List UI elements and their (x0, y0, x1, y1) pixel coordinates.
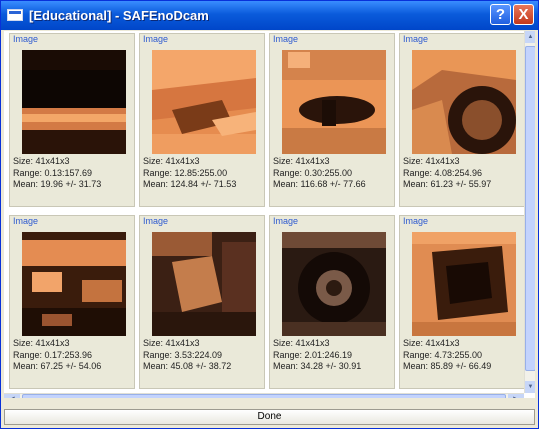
image-label: Image (403, 34, 429, 44)
window: [Educational] - SAFEnoDcam ? X Image Siz… (0, 0, 539, 429)
mean-text: Mean: 85.89 +/- 66.49 (403, 361, 492, 371)
help-button[interactable]: ? (490, 4, 511, 25)
close-button[interactable]: X (513, 4, 534, 25)
thumbnail-cell[interactable]: Image Size: 41x41x3 Range: 0.13:157.69 M… (9, 33, 135, 207)
image-label: Image (143, 34, 169, 44)
scroll-right-icon[interactable]: ▶ (508, 394, 524, 398)
range-text: Range: 0.17:253.96 (13, 349, 93, 360)
size-text: Size: 41x41x3 (13, 156, 70, 166)
thumbnail-cell[interactable]: Image Size: 41x41x3 Range: 4.08:254.96 M… (399, 33, 525, 207)
image-info: Size: 41x41x3 Range: 2.01:246.19 Mean: 3… (273, 338, 361, 373)
range-text: Range: 0.30:255.00 (273, 167, 353, 178)
thumbnail-cell[interactable]: Image Size: 41x41x3 Range: 0.17:253.96 M… (9, 215, 135, 389)
range-text: Range: 4.73:255.00 (403, 349, 483, 360)
image-label: Image (273, 216, 299, 226)
window-icon (7, 9, 23, 21)
size-text: Size: 41x41x3 (273, 156, 330, 166)
vertical-scroll-thumb[interactable] (525, 46, 535, 371)
image-label: Image (403, 216, 429, 226)
range-text: Range: 12.85:255.00 (143, 167, 228, 178)
horizontal-scrollbar[interactable]: ◀ ▶ (4, 393, 524, 398)
image-info: Size: 41x41x3 Range: 0.17:253.96 Mean: 6… (13, 338, 101, 373)
image-thumbnail[interactable] (152, 232, 256, 336)
thumbnail-cell[interactable]: Image Size: 41x41x3 Range: 4.73:255.00 M… (399, 215, 525, 389)
thumbnail-panel: Image Size: 41x41x3 Range: 0.13:157.69 M… (4, 31, 535, 398)
mean-text: Mean: 19.96 +/- 31.73 (13, 179, 102, 189)
size-text: Size: 41x41x3 (143, 156, 200, 166)
image-info: Size: 41x41x3 Range: 0.30:255.00 Mean: 1… (273, 156, 366, 191)
mean-text: Mean: 45.08 +/- 38.72 (143, 361, 232, 371)
title-bar[interactable]: [Educational] - SAFEnoDcam ? X (1, 1, 538, 30)
range-text: Range: 4.08:254.96 (403, 167, 483, 178)
size-text: Size: 41x41x3 (273, 338, 330, 348)
thumbnail-grid: Image Size: 41x41x3 Range: 0.13:157.69 M… (4, 31, 525, 393)
image-thumbnail[interactable] (22, 232, 126, 336)
range-text: Range: 2.01:246.19 (273, 349, 353, 360)
image-thumbnail[interactable] (22, 50, 126, 154)
image-info: Size: 41x41x3 Range: 4.73:255.00 Mean: 8… (403, 338, 491, 373)
done-button[interactable]: Done (4, 409, 535, 425)
image-thumbnail[interactable] (282, 232, 386, 336)
horizontal-scroll-thumb[interactable] (22, 394, 506, 398)
image-thumbnail[interactable] (412, 50, 516, 154)
image-info: Size: 41x41x3 Range: 12.85:255.00 Mean: … (143, 156, 236, 191)
image-label: Image (143, 216, 169, 226)
size-text: Size: 41x41x3 (403, 338, 460, 348)
image-thumbnail[interactable] (412, 232, 516, 336)
scroll-up-icon[interactable]: ▲ (525, 31, 535, 43)
image-info: Size: 41x41x3 Range: 3.53:224.09 Mean: 4… (143, 338, 231, 373)
image-thumbnail[interactable] (282, 50, 386, 154)
range-text: Range: 0.13:157.69 (13, 167, 93, 178)
range-text: Range: 3.53:224.09 (143, 349, 223, 360)
mean-text: Mean: 61.23 +/- 55.97 (403, 179, 492, 189)
thumbnail-cell[interactable]: Image Size: 41x41x3 Range: 12.85:255.00 … (139, 33, 265, 207)
scroll-down-icon[interactable]: ▼ (525, 381, 535, 393)
image-thumbnail[interactable] (152, 50, 256, 154)
image-info: Size: 41x41x3 Range: 0.13:157.69 Mean: 1… (13, 156, 101, 191)
window-title: [Educational] - SAFEnoDcam (29, 8, 209, 23)
mean-text: Mean: 67.25 +/- 54.06 (13, 361, 102, 371)
image-label: Image (13, 34, 39, 44)
scroll-left-icon[interactable]: ◀ (4, 394, 20, 398)
size-text: Size: 41x41x3 (13, 338, 70, 348)
image-info: Size: 41x41x3 Range: 4.08:254.96 Mean: 6… (403, 156, 491, 191)
image-label: Image (13, 216, 39, 226)
image-label: Image (273, 34, 299, 44)
thumbnail-cell[interactable]: Image Size: 41x41x3 Range: 2.01:246.19 M… (269, 215, 395, 389)
vertical-scrollbar[interactable]: ▲ ▼ (524, 31, 535, 393)
size-text: Size: 41x41x3 (143, 338, 200, 348)
size-text: Size: 41x41x3 (403, 156, 460, 166)
mean-text: Mean: 124.84 +/- 71.53 (143, 179, 237, 189)
mean-text: Mean: 34.28 +/- 30.91 (273, 361, 362, 371)
thumbnail-cell[interactable]: Image Size: 41x41x3 Range: 0.30:255.00 M… (269, 33, 395, 207)
thumbnail-cell[interactable]: Image Size: 41x41x3 Range: 3.53:224.09 M… (139, 215, 265, 389)
mean-text: Mean: 116.68 +/- 77.66 (273, 179, 366, 189)
